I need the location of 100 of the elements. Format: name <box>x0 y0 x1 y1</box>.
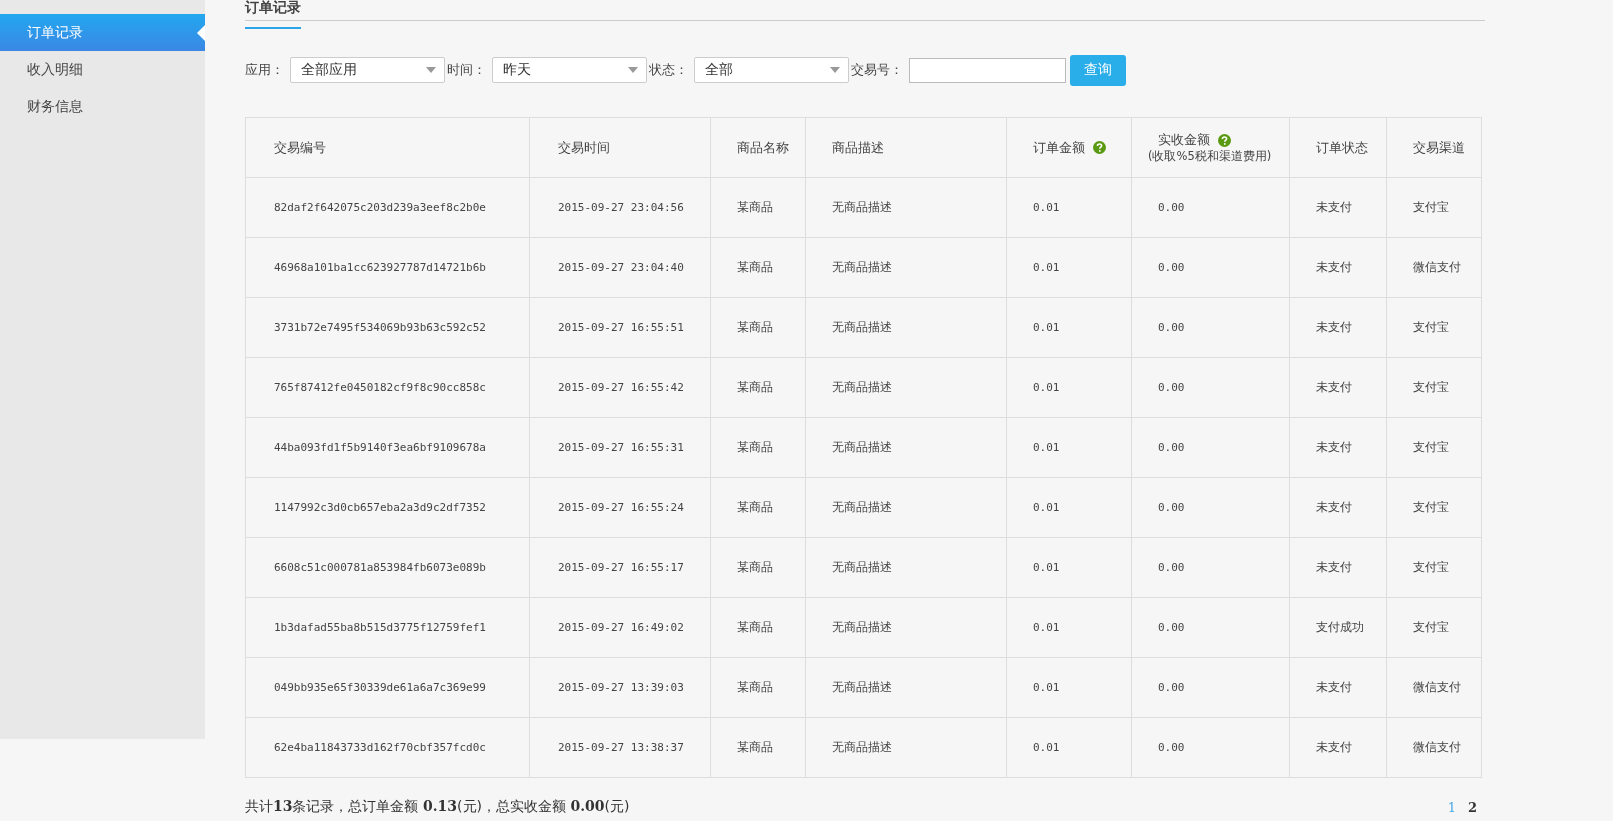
table-cell: 46968a101ba1cc623927787d14721b6b <box>245 237 530 298</box>
table-cell: 0.00 <box>1131 297 1290 358</box>
page-title: 订单记录 <box>245 0 301 29</box>
table-cell: 无商品描述 <box>805 537 1007 598</box>
table-cell: 某商品 <box>710 657 806 718</box>
table-cell: 44ba093fd1f5b9140f3ea6bf9109678a <box>245 417 530 478</box>
table-cell: 未支付 <box>1289 177 1387 238</box>
table-cell: 某商品 <box>710 357 806 418</box>
summary-text: 共计13条记录，总订单金额 0.13(元)，总实收金额 0.00(元) <box>245 798 630 816</box>
table-cell: 某商品 <box>710 297 806 358</box>
column-header: 交易渠道 <box>1413 138 1465 157</box>
column-header: 商品描述 <box>832 138 884 157</box>
table-cell: 765f87412fe0450182cf9f8c90cc858c <box>245 357 530 418</box>
table-cell: 0.01 <box>1006 177 1132 238</box>
table-cell: 未支付 <box>1289 297 1387 358</box>
table-cell: 某商品 <box>710 237 806 298</box>
table-cell: 1147992c3d0cb657eba2a3d9c2df7352 <box>245 477 530 538</box>
table-cell: 2015-09-27 16:55:17 <box>529 537 711 598</box>
table-cell: 0.01 <box>1006 657 1132 718</box>
table-cell: 未支付 <box>1289 537 1387 598</box>
table-cell: 某商品 <box>710 717 806 778</box>
table-cell: 2015-09-27 13:39:03 <box>529 657 711 718</box>
table-cell: 0.01 <box>1006 357 1132 418</box>
table-cell: 支付宝 <box>1386 177 1482 238</box>
table-cell: 0.01 <box>1006 297 1132 358</box>
status-dropdown[interactable]: 全部 <box>694 57 849 83</box>
table-cell: 2015-09-27 16:55:42 <box>529 357 711 418</box>
table-cell: 微信支付 <box>1386 657 1482 718</box>
table-cell: 未支付 <box>1289 237 1387 298</box>
table-cell: 0.01 <box>1006 717 1132 778</box>
table-cell: 0.01 <box>1006 597 1132 658</box>
table-cell: 无商品描述 <box>805 177 1007 238</box>
table-cell: 支付宝 <box>1386 477 1482 538</box>
table-cell: 0.00 <box>1131 357 1290 418</box>
table-cell: 未支付 <box>1289 717 1387 778</box>
help-icon[interactable] <box>1093 141 1106 154</box>
table-cell: 1b3dafad55ba8b515d3775f12759fef1 <box>245 597 530 658</box>
column-header: 交易编号 <box>274 138 326 157</box>
table-cell: 微信支付 <box>1386 717 1482 778</box>
table-cell: 2015-09-27 16:55:51 <box>529 297 711 358</box>
table-cell: 微信支付 <box>1386 237 1482 298</box>
trade-number-field[interactable] <box>909 57 1066 83</box>
table-cell: 无商品描述 <box>805 357 1007 418</box>
filter-label: 时间： <box>447 61 486 79</box>
sidebar-item[interactable]: 收入明细 <box>0 51 205 88</box>
column-header: 订单金额 <box>1033 138 1085 157</box>
table-cell: 0.00 <box>1131 417 1290 478</box>
table-cell: 无商品描述 <box>805 477 1007 538</box>
table-cell: 0.00 <box>1131 237 1290 298</box>
column-subheader: (收取%5税和渠道费用) <box>1148 149 1272 164</box>
table-cell: 无商品描述 <box>805 237 1007 298</box>
table-cell: 0.01 <box>1006 537 1132 598</box>
table-cell: 2015-09-27 13:38:37 <box>529 717 711 778</box>
table-cell: 0.01 <box>1006 417 1132 478</box>
table-cell: 0.00 <box>1131 477 1290 538</box>
table-cell: 2015-09-27 16:49:02 <box>529 597 711 658</box>
table-cell: 支付宝 <box>1386 357 1482 418</box>
table-cell: 某商品 <box>710 597 806 658</box>
table-cell: 2015-09-27 23:04:56 <box>529 177 711 238</box>
table-cell: 0.00 <box>1131 177 1290 238</box>
sidebar-item[interactable]: 财务信息 <box>0 88 205 125</box>
column-header: 订单状态 <box>1316 138 1368 157</box>
table-cell: 无商品描述 <box>805 657 1007 718</box>
table-cell: 2015-09-27 23:04:40 <box>529 237 711 298</box>
app-dropdown[interactable]: 全部应用 <box>290 57 445 83</box>
table-cell: 0.00 <box>1131 537 1290 598</box>
table-cell: 无商品描述 <box>805 297 1007 358</box>
table-cell: 支付成功 <box>1289 597 1387 658</box>
table-cell: 未支付 <box>1289 477 1387 538</box>
table-cell: 62e4ba11843733d162f70cbf357fcd0c <box>245 717 530 778</box>
table-cell: 支付宝 <box>1386 297 1482 358</box>
page-link[interactable]: 2 <box>1467 799 1477 815</box>
help-icon[interactable] <box>1218 133 1231 147</box>
table-cell: 82daf2f642075c203d239a3eef8c2b0e <box>245 177 530 238</box>
time-dropdown[interactable]: 昨天 <box>492 57 647 83</box>
table-cell: 0.00 <box>1131 717 1290 778</box>
table-cell: 某商品 <box>710 537 806 598</box>
table-cell: 0.00 <box>1131 657 1290 718</box>
table-cell: 无商品描述 <box>805 417 1007 478</box>
table-cell: 支付宝 <box>1386 417 1482 478</box>
table-cell: 未支付 <box>1289 357 1387 418</box>
filter-label: 状态： <box>649 61 688 79</box>
table-cell: 某商品 <box>710 417 806 478</box>
table-cell: 某商品 <box>710 477 806 538</box>
table-cell: 0.01 <box>1006 477 1132 538</box>
table-cell: 2015-09-27 16:55:31 <box>529 417 711 478</box>
table-cell: 支付宝 <box>1386 537 1482 598</box>
filter-label: 应用： <box>245 61 284 79</box>
table-cell: 0.01 <box>1006 237 1132 298</box>
filter-label: 交易号： <box>851 61 903 79</box>
table-cell: 未支付 <box>1289 657 1387 718</box>
table-cell: 无商品描述 <box>805 597 1007 658</box>
table-cell: 无商品描述 <box>805 717 1007 778</box>
column-header: 实收金额 <box>1158 131 1210 149</box>
table-cell: 未支付 <box>1289 417 1387 478</box>
table-cell: 某商品 <box>710 177 806 238</box>
table-cell: 6608c51c000781a853984fb6073e089b <box>245 537 530 598</box>
column-header: 交易时间 <box>558 138 610 157</box>
table-cell: 0.00 <box>1131 597 1290 658</box>
table-cell: 049bb935e65f30339de61a6a7c369e99 <box>245 657 530 718</box>
